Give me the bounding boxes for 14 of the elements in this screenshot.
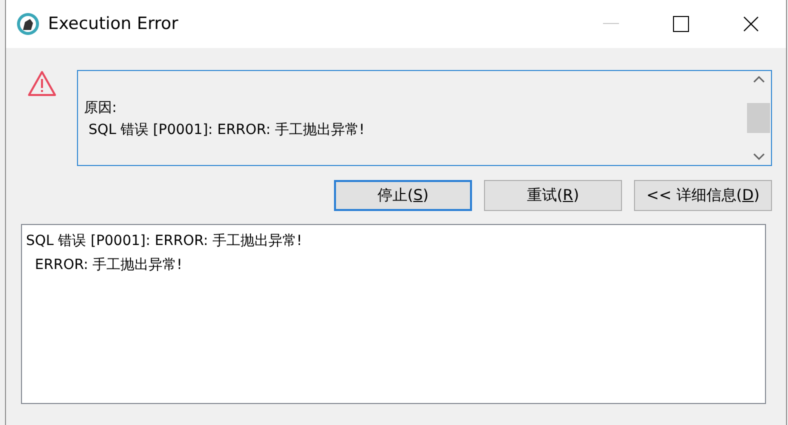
dialog-button[interactable]: 停止(S)	[334, 180, 472, 211]
details-field[interactable]: SQL 错误 [P0001]: ERROR: 手工抛出异常! ERROR: 手工抛出异常!	[21, 224, 766, 404]
scroll-up-icon	[752, 75, 764, 83]
warning-icon	[27, 70, 57, 98]
maximize-icon	[673, 16, 689, 32]
dialog-button[interactable]: << 详细信息(D)	[634, 180, 772, 211]
message-text: 原因:	[84, 99, 118, 118]
minimize-icon	[603, 23, 619, 25]
window-title: Execution Error	[48, 14, 180, 34]
close-icon	[743, 16, 759, 32]
app-logo-icon	[16, 12, 40, 36]
scroll-down-icon	[752, 153, 764, 161]
message-text: SQL 错误 [P0001]: ERROR: 手工抛出异常!	[87, 121, 366, 140]
dialog-button[interactable]: 重试(R)	[484, 180, 622, 211]
